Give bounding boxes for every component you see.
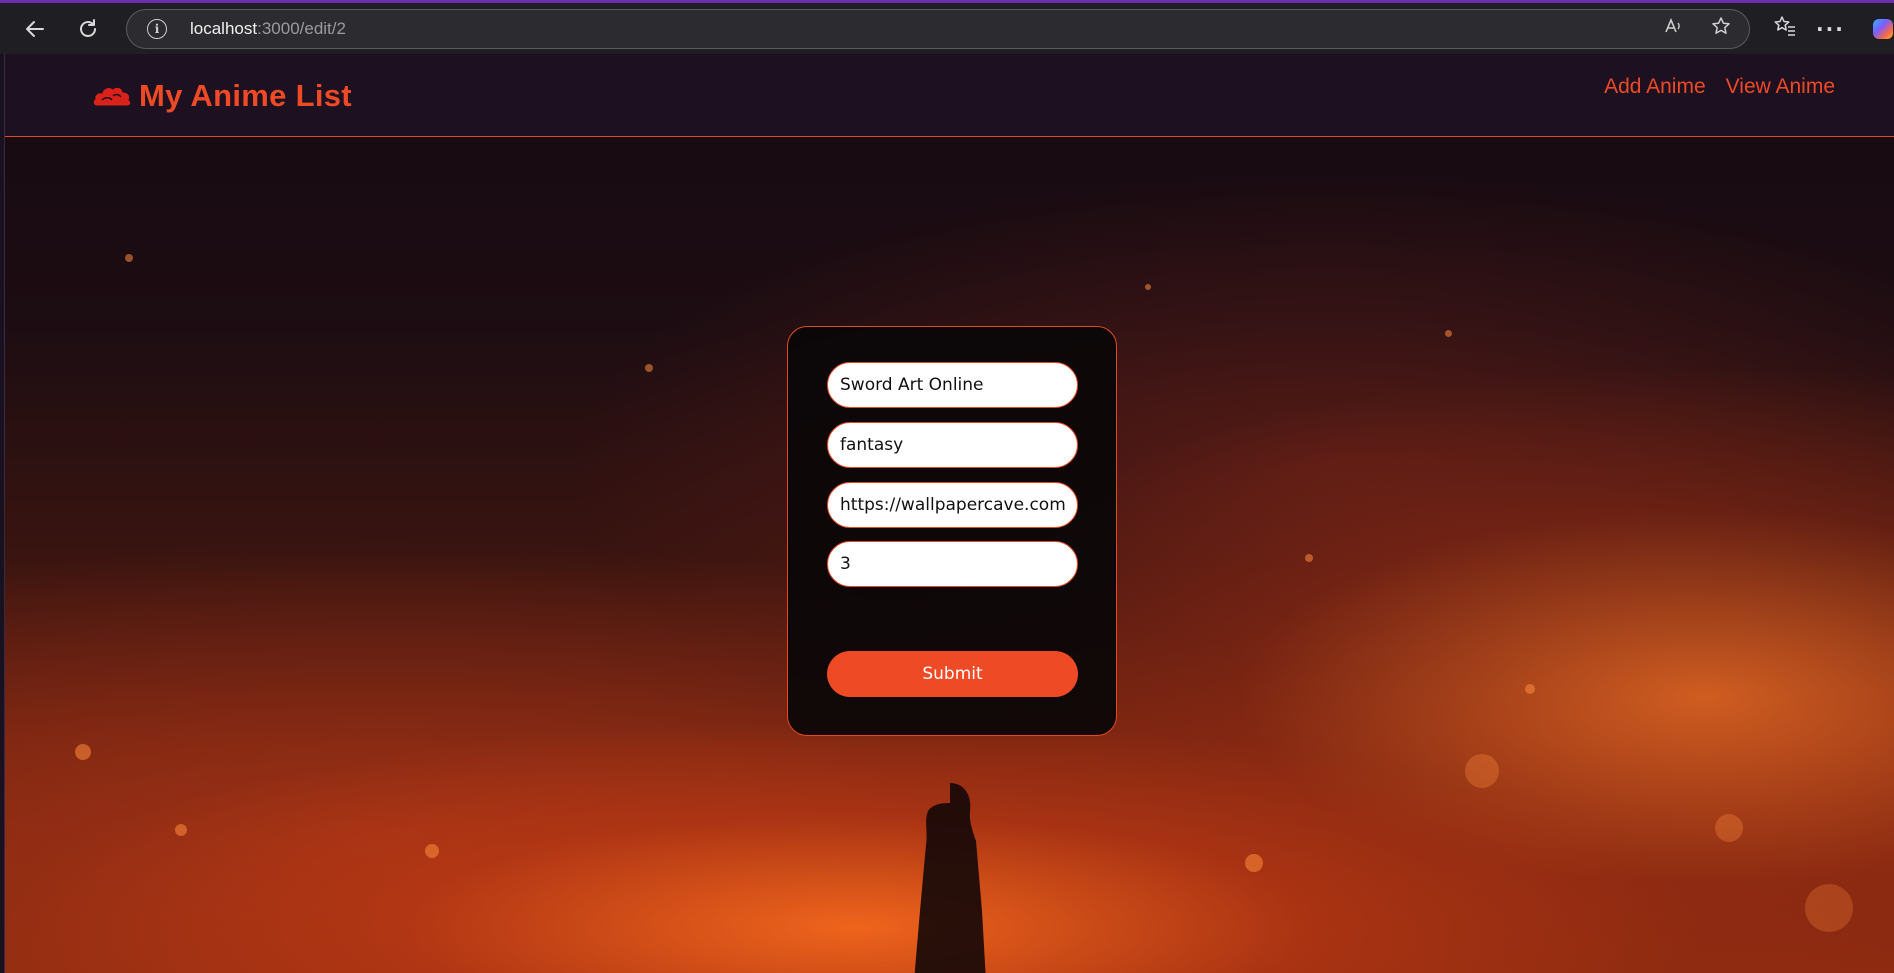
glow-particle — [1805, 884, 1853, 932]
anime-title-input[interactable] — [827, 362, 1078, 408]
submit-button[interactable]: Submit — [827, 651, 1078, 697]
address-bar[interactable]: i localhost:3000/edit/2 — [126, 8, 1750, 49]
red-cloud-icon — [92, 86, 132, 107]
glow-particle — [1525, 684, 1535, 694]
glow-particle — [1245, 854, 1263, 872]
glow-particle — [1715, 814, 1743, 842]
navbar: My Anime List Add Anime View Anime — [5, 54, 1894, 137]
brand[interactable]: My Anime List — [91, 78, 352, 114]
browser-toolbar: i localhost:3000/edit/2 ··· — [0, 0, 1894, 54]
anime-image-url-input[interactable] — [827, 482, 1078, 528]
more-options-icon[interactable]: ··· — [1816, 17, 1845, 41]
edit-anime-form: Submit — [787, 326, 1117, 736]
anime-genre-input[interactable] — [827, 422, 1078, 468]
copilot-icon[interactable] — [1872, 18, 1893, 39]
back-arrow-icon[interactable] — [17, 11, 53, 47]
address-bar-actions — [1663, 10, 1731, 48]
url-path: :3000/edit/2 — [257, 18, 346, 38]
glow-particle — [425, 844, 439, 858]
read-aloud-icon[interactable] — [1663, 16, 1683, 41]
glow-particle — [645, 364, 653, 372]
girl-silhouette — [914, 783, 986, 973]
reload-icon[interactable] — [70, 11, 106, 47]
nav-link-view-anime[interactable]: View Anime — [1726, 75, 1835, 99]
nav-links: Add Anime View Anime — [1604, 75, 1835, 99]
favorites-icon[interactable] — [1774, 15, 1796, 42]
anime-rating-input[interactable] — [827, 541, 1078, 587]
site-info-icon[interactable]: i — [147, 18, 167, 39]
browser-actions: ··· — [1774, 15, 1893, 42]
page-viewport: My Anime List Add Anime View Anime Submi… — [4, 54, 1894, 973]
favorite-star-icon[interactable] — [1711, 16, 1731, 41]
glow-particle — [1305, 554, 1313, 562]
glow-particle — [125, 254, 133, 262]
url-text: localhost:3000/edit/2 — [190, 19, 346, 39]
glow-particle — [75, 744, 91, 760]
glow-particle — [175, 824, 187, 836]
glow-particle — [1145, 284, 1151, 290]
glow-particle — [1445, 330, 1452, 337]
url-host: localhost — [190, 18, 258, 38]
glow-particle — [1465, 754, 1499, 788]
nav-link-add-anime[interactable]: Add Anime — [1604, 75, 1706, 99]
brand-title: My Anime List — [139, 78, 352, 113]
